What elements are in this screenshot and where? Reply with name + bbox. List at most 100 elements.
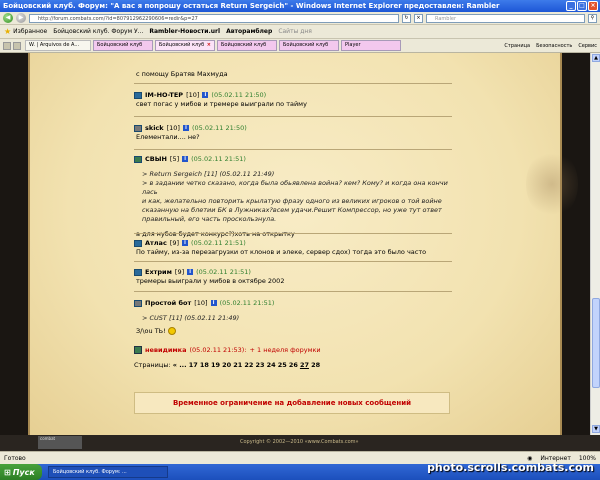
tab-arquivos[interactable]: W. | Arquivos de A... xyxy=(25,40,91,51)
tab-combats-3[interactable]: Бойцовский клуб xyxy=(217,40,277,51)
page-link[interactable]: 25 xyxy=(278,361,287,369)
post: с помощу Братяв Махмуда xyxy=(134,70,454,79)
info-icon[interactable]: i xyxy=(187,269,194,275)
post-date: (05.02.11 21:50) xyxy=(211,90,267,99)
quote-line: > в задании четко сказано, когда была об… xyxy=(142,179,448,196)
quote-line: правильный, его часть проскользнула. xyxy=(142,215,277,223)
info-icon[interactable]: i xyxy=(182,156,189,162)
moderator-name[interactable]: невидимка xyxy=(145,346,186,355)
page-link[interactable]: 18 xyxy=(200,361,209,369)
star-icon: ★ xyxy=(4,27,12,36)
status-text: Готово xyxy=(4,454,26,462)
tab-label: Бойцовский клуб xyxy=(221,42,267,48)
post-author[interactable]: СВЫН xyxy=(145,155,167,164)
post-author[interactable]: skick xyxy=(145,124,164,133)
page-link[interactable]: 21 xyxy=(233,361,242,369)
copyright: Copyright © 2002—2010 «www.Combats.com» xyxy=(240,439,359,445)
scroll-up-icon[interactable]: ▲ xyxy=(592,54,600,62)
watermark: photo.scrolls.combats.com xyxy=(427,461,594,474)
link-item-combats-forum[interactable]: Бойцовский клуб. Форум У... xyxy=(53,28,143,35)
info-icon[interactable]: i xyxy=(210,300,217,306)
pagination: Страницы: « ... 17 18 19 20 21 22 23 24 … xyxy=(134,361,320,369)
combat-logo[interactable]: combat xyxy=(38,436,82,449)
page-link[interactable]: 28 xyxy=(311,361,320,369)
info-icon[interactable]: i xyxy=(182,240,189,246)
post-level: [10] xyxy=(186,90,200,99)
post-date: (05.02.11 21:51) xyxy=(196,267,251,276)
post: IM-HO-TEP [10] i (05.02.11 21:50) свет п… xyxy=(134,90,454,109)
pagination-prev[interactable]: « ... xyxy=(173,361,187,369)
scroll-thumb[interactable] xyxy=(592,298,600,388)
tab-combats-4[interactable]: Бойцовский клуб xyxy=(279,40,339,51)
page-link[interactable]: 19 xyxy=(211,361,220,369)
post-body: с помощу Братяв Махмуда xyxy=(136,70,228,78)
link-item-autorambler[interactable]: Автоpамблер xyxy=(226,28,272,35)
smile-icon xyxy=(167,327,176,335)
post-level: [9] xyxy=(169,238,180,247)
close-button[interactable]: × xyxy=(588,1,598,11)
maximize-button[interactable]: □ xyxy=(577,1,587,11)
close-tab-icon[interactable]: × xyxy=(207,41,211,50)
favorites-center-icon[interactable] xyxy=(3,41,11,50)
back-icon[interactable]: ◀ xyxy=(3,13,13,23)
link-item-sites-of-day[interactable]: Сайты дня xyxy=(278,28,312,35)
start-label: Пуск xyxy=(12,467,35,477)
page-link[interactable]: 20 xyxy=(222,361,231,369)
window-controls: _ □ × xyxy=(566,1,598,11)
page-link[interactable]: 24 xyxy=(267,361,276,369)
divider xyxy=(134,83,452,84)
tab-label: Бойцовский клуб xyxy=(159,42,205,48)
tab-player[interactable]: Player xyxy=(341,40,401,51)
menu-security[interactable]: Безопасность xyxy=(536,43,572,49)
search-input[interactable]: Rambler xyxy=(426,13,585,23)
post-author[interactable]: IM-HO-TEP xyxy=(145,91,183,100)
clan-icon xyxy=(134,155,142,163)
divider xyxy=(134,291,452,292)
post-body: свет погас у мибов и тремере выиграли по… xyxy=(136,100,307,108)
clan-icon xyxy=(134,239,142,247)
favorites-button[interactable]: ★ Избранное xyxy=(4,27,47,36)
search-icon[interactable]: ⚲ xyxy=(588,13,597,23)
post-level: [5] xyxy=(169,154,180,163)
info-icon[interactable]: i xyxy=(182,125,189,131)
post-author[interactable]: Атлас xyxy=(145,239,167,248)
post-body: Елементали.... не? xyxy=(136,133,200,141)
tab-combats-1[interactable]: Бойцовский клуб xyxy=(93,40,153,51)
page-link[interactable]: 22 xyxy=(244,361,253,369)
start-button[interactable]: ⊞ Пуск xyxy=(0,464,42,480)
tab-label: Player xyxy=(345,42,361,48)
forward-icon[interactable]: ▶ xyxy=(16,13,26,23)
quote-line: > CUST [11] (05.02.11 21:49) xyxy=(142,314,240,322)
menu-page[interactable]: Страница xyxy=(504,43,530,49)
scroll-down-icon[interactable]: ▼ xyxy=(592,425,600,433)
menu-tools[interactable]: Сервис xyxy=(578,43,597,49)
info-icon[interactable]: i xyxy=(202,92,209,98)
address-input[interactable]: http://forum.combats.com/?id=80791296229… xyxy=(29,13,399,23)
command-bar: Страница Безопасность Сервис xyxy=(504,43,597,49)
quote-line: и как, желательно повторить крылатую фра… xyxy=(142,197,442,205)
web-page: с помощу Братяв Махмуда IM-HO-TEP [10] i… xyxy=(0,53,590,435)
minimize-button[interactable]: _ xyxy=(566,1,576,11)
page-link[interactable]: 23 xyxy=(255,361,264,369)
post-date: (05.02.11 21:51) xyxy=(191,238,246,247)
taskbar-item-ie[interactable]: Бойцовский клуб. Форум: ... xyxy=(48,466,168,478)
vertical-scrollbar[interactable]: ▲ ▼ xyxy=(590,53,600,435)
add-favorite-icon[interactable] xyxy=(13,41,21,50)
stop-icon[interactable]: × xyxy=(414,13,423,23)
favorites-bar: ★ Избранное Бойцовский клуб. Форум У... … xyxy=(0,25,600,39)
page-current: 27 xyxy=(299,361,309,369)
post-date: (05.02.11 21:51) xyxy=(191,154,246,163)
moderator-icon xyxy=(134,346,142,354)
page-link[interactable]: 26 xyxy=(289,361,298,369)
refresh-icon[interactable]: ↻ xyxy=(402,13,411,23)
post-author[interactable]: Ехтрим xyxy=(145,268,172,277)
posting-limit-notice: Временное ограничение на добавление новы… xyxy=(134,392,450,414)
post: Простой бот [10] i (05.02.11 21:51) > CU… xyxy=(134,298,454,336)
tab-combats-active[interactable]: Бойцовский клуб × xyxy=(155,40,215,51)
page-link[interactable]: 17 xyxy=(189,361,198,369)
tab-tools xyxy=(3,41,21,50)
link-item-rambler-news[interactable]: Rambler-Новости.url xyxy=(149,28,220,35)
post: Ехтрим [9] i (05.02.11 21:51) тремеры вы… xyxy=(134,267,454,286)
post-date: (05.02.11 21:50) xyxy=(191,123,247,132)
post-author[interactable]: Простой бот xyxy=(145,299,191,308)
